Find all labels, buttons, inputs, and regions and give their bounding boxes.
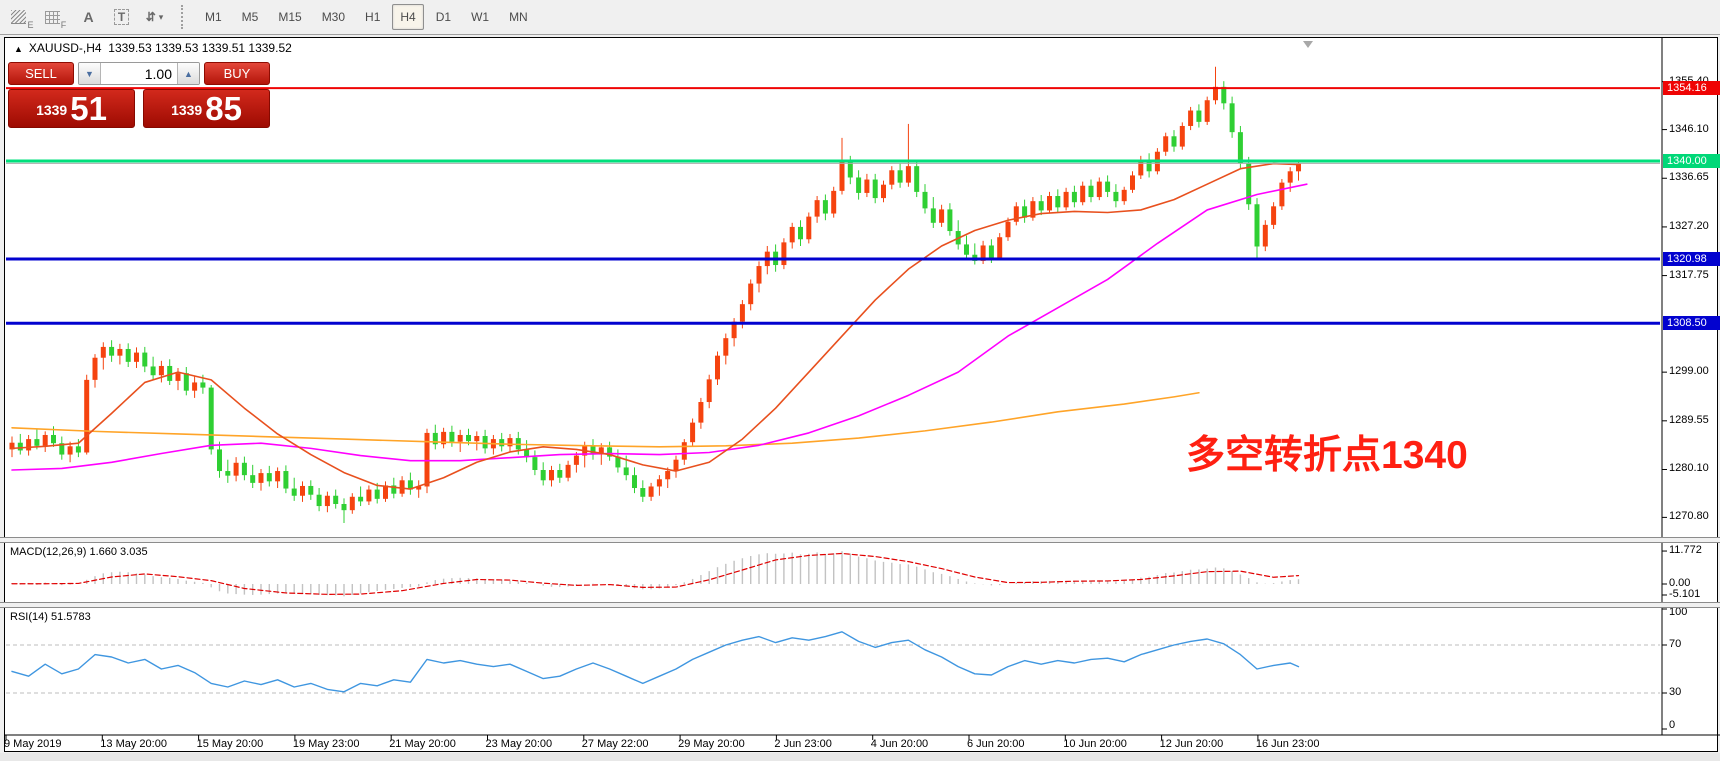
grid-style-icon[interactable]: F — [41, 4, 70, 31]
timeframe-button-w1[interactable]: W1 — [463, 4, 497, 30]
one-click-trade-panel: SELL ▼ ▲ BUY 1339 51 1339 85 — [8, 62, 270, 128]
timeframe-button-h1[interactable]: H1 — [357, 4, 388, 30]
rsi-tick-label: 0 — [1669, 719, 1675, 731]
price-badge-1308.50: 1308.50 — [1663, 316, 1720, 330]
timeframe-button-m15[interactable]: M15 — [270, 4, 309, 30]
bid-price-minor: 51 — [70, 92, 107, 125]
volume-increase-icon[interactable]: ▲ — [177, 63, 199, 84]
timeframe-button-h4[interactable]: H4 — [392, 4, 423, 30]
dropdown-arrow-icon: ▾ — [159, 12, 164, 23]
price-badge-1320.98: 1320.98 — [1663, 252, 1720, 266]
price-tick-label: 1299.00 — [1669, 365, 1709, 377]
price-tick-label: 1289.55 — [1669, 414, 1709, 426]
time-tick-label: 6 Jun 20:00 — [967, 738, 1025, 750]
ohlc-quotes-label: 1339.53 1339.53 1339.51 1339.52 — [108, 41, 292, 55]
toolbar-grip[interactable] — [181, 5, 189, 29]
time-tick-label: 16 Jun 23:00 — [1256, 738, 1320, 750]
cursor-mode-icon[interactable]: ⇵▾ — [140, 4, 169, 31]
timeframe-button-m5[interactable]: M5 — [234, 4, 267, 30]
bid-price-major: 1339 — [36, 95, 67, 125]
timeframe-button-m30[interactable]: M30 — [314, 4, 353, 30]
rsi-tick-label: 70 — [1669, 638, 1681, 650]
price-tick-label: 1336.65 — [1669, 171, 1709, 183]
time-tick-label: 4 Jun 20:00 — [871, 738, 929, 750]
rsi-indicator-label: RSI(14) 51.5783 — [10, 611, 91, 623]
chart-title-line: ▲ XAUUSD-,H4 1339.53 1339.53 1339.51 1339… — [14, 41, 292, 55]
time-tick-label: 10 Jun 20:00 — [1063, 738, 1127, 750]
symbol-period-label: XAUUSD-,H4 — [29, 41, 102, 55]
volume-input[interactable] — [101, 63, 177, 84]
price-badge-1354.16: 1354.16 — [1663, 81, 1720, 95]
macd-tick-label: 11.772 — [1669, 544, 1702, 556]
chinese-annotation-text: 多空转折点1340 — [1186, 424, 1468, 480]
price-tick-label: 1317.75 — [1669, 269, 1709, 281]
macd-panel-splitter[interactable] — [0, 537, 1720, 543]
collapse-panel-icon[interactable]: ▲ — [14, 44, 23, 54]
chart-window[interactable] — [4, 37, 1718, 752]
ask-price-minor: 85 — [205, 92, 242, 125]
timeframe-button-m1[interactable]: M1 — [197, 4, 230, 30]
price-tick-label: 1280.10 — [1669, 462, 1709, 474]
time-tick-label: 19 May 23:00 — [293, 738, 360, 750]
time-tick-label: 9 May 2019 — [4, 738, 61, 750]
time-tick-label: 21 May 20:00 — [389, 738, 456, 750]
macd-tick-label: -5.101 — [1669, 588, 1700, 600]
time-tick-label: 29 May 20:00 — [678, 738, 745, 750]
text-box-icon[interactable]: T — [107, 4, 136, 31]
time-tick-label: 27 May 22:00 — [582, 738, 649, 750]
volume-stepper[interactable]: ▼ ▲ — [78, 62, 200, 85]
price-tick-label: 1270.80 — [1669, 510, 1709, 522]
chart-shift-marker-icon[interactable] — [1303, 41, 1313, 48]
bid-quote-box[interactable]: 1339 51 — [8, 89, 135, 128]
time-tick-label: 13 May 20:00 — [100, 738, 167, 750]
rsi-tick-label: 30 — [1669, 686, 1681, 698]
macd-indicator-label: MACD(12,26,9) 1.660 3.035 — [10, 546, 148, 558]
text-label-icon[interactable]: A — [74, 4, 103, 31]
time-tick-label: 12 Jun 20:00 — [1160, 738, 1224, 750]
sell-button[interactable]: SELL — [8, 62, 74, 85]
time-tick-label: 2 Jun 23:00 — [774, 738, 832, 750]
volume-decrease-icon[interactable]: ▼ — [79, 63, 101, 84]
ask-price-major: 1339 — [171, 95, 202, 125]
price-tick-label: 1346.10 — [1669, 123, 1709, 135]
time-tick-label: 23 May 20:00 — [486, 738, 553, 750]
timeframe-button-d1[interactable]: D1 — [428, 4, 459, 30]
window-bottom-strip — [0, 753, 1720, 761]
top-toolbar: EFAT⇵▾ M1M5M15M30H1H4D1W1MN — [0, 0, 1720, 35]
chart-style-icon[interactable]: E — [8, 4, 37, 31]
ask-quote-box[interactable]: 1339 85 — [143, 89, 270, 128]
price-badge-1340.00: 1340.00 — [1663, 154, 1720, 168]
buy-button[interactable]: BUY — [204, 62, 270, 85]
time-tick-label: 15 May 20:00 — [197, 738, 264, 750]
price-tick-label: 1327.20 — [1669, 220, 1709, 232]
rsi-panel-splitter[interactable] — [0, 602, 1720, 608]
timeframe-button-mn[interactable]: MN — [501, 4, 536, 30]
